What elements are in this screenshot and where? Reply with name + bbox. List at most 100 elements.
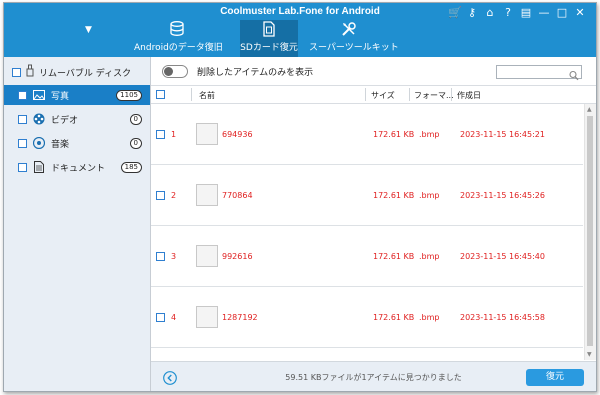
image-thumbnail-icon xyxy=(196,245,218,267)
photos-checkbox[interactable] xyxy=(18,90,27,100)
title-bar: Coolmuster Lab.Fone for Android 🛒 ⚷ ⌂ ? … xyxy=(4,3,596,57)
column-separator xyxy=(451,88,452,101)
row-size: 172.61 KB xyxy=(373,191,415,200)
toolbar: 削除したアイテムのみを表示 xyxy=(151,57,596,86)
row-name: 1287192 xyxy=(222,313,258,322)
search-input[interactable] xyxy=(496,65,582,81)
table-row[interactable]: 1 694936 172.61 KB .bmp 2023-11-15 16:45… xyxy=(151,104,583,165)
column-separator xyxy=(191,88,192,101)
key-icon[interactable]: ⚷ xyxy=(466,6,478,20)
column-separator xyxy=(365,88,366,101)
usb-icon xyxy=(26,64,34,80)
sidebar-item-video[interactable]: ビデオ 0 xyxy=(4,109,150,129)
removable-disk-header[interactable]: リムーバブル ディスク xyxy=(12,64,131,80)
toggle-knob xyxy=(164,67,173,76)
tab-super-toolkit[interactable]: スーパーツールキット xyxy=(309,20,399,57)
sidebar-item-label: ビデオ xyxy=(51,115,79,126)
deleted-only-label: 削除したアイテムのみを表示 xyxy=(197,68,314,78)
sdcard-icon xyxy=(240,20,298,38)
help-icon[interactable]: ? xyxy=(502,6,514,20)
tools-icon xyxy=(309,20,389,38)
row-name: 694936 xyxy=(222,130,253,139)
status-bar: 59.51 KBファイルが1アイテムに見つかりました 復元 xyxy=(151,361,596,391)
cart-icon[interactable]: 🛒 xyxy=(448,6,462,20)
music-icon xyxy=(33,137,45,149)
maximize-icon[interactable]: □ xyxy=(556,6,568,20)
row-size: 172.61 KB xyxy=(373,252,415,261)
tab-sd-card-recovery[interactable]: SDカード復元 xyxy=(240,20,298,57)
main-panel: 削除したアイテムのみを表示 名前 サイズ フォーマ... 作成日 1 69493… xyxy=(151,57,596,391)
scroll-down-icon[interactable]: ▼ xyxy=(587,351,592,358)
table-header: 名前 サイズ フォーマ... 作成日 xyxy=(151,86,596,104)
row-index: 2 xyxy=(171,191,177,200)
count-badge: 0 xyxy=(129,113,142,125)
row-created: 2023-11-15 16:45:58 xyxy=(460,313,545,322)
image-thumbnail-icon xyxy=(196,123,218,145)
row-created: 2023-11-15 16:45:26 xyxy=(460,191,545,200)
close-icon[interactable]: ✕ xyxy=(574,6,586,20)
column-header-format[interactable]: フォーマ... xyxy=(414,90,454,101)
tab-label: スーパーツールキット xyxy=(309,43,399,53)
column-header-created[interactable]: 作成日 xyxy=(457,90,481,101)
app-window: Coolmuster Lab.Fone for Android 🛒 ⚷ ⌂ ? … xyxy=(3,2,597,392)
scroll-up-icon[interactable]: ▲ xyxy=(587,106,592,113)
database-icon xyxy=(134,20,220,38)
row-checkbox[interactable] xyxy=(156,130,165,139)
table-row[interactable]: 4 1287192 172.61 KB .bmp 2023-11-15 16:4… xyxy=(151,287,583,348)
removable-disk-label: リムーバブル ディスク xyxy=(39,68,132,79)
sidebar: リムーバブル ディスク 写真 1105 ビデオ 0 音楽 0 ドキュメント 18… xyxy=(4,57,151,391)
row-name: 992616 xyxy=(222,252,253,261)
row-checkbox[interactable] xyxy=(156,313,165,322)
recover-button[interactable]: 復元 xyxy=(526,369,584,386)
row-index: 3 xyxy=(171,252,177,261)
image-thumbnail-icon xyxy=(196,184,218,206)
select-all-checkbox[interactable] xyxy=(156,90,165,99)
row-created: 2023-11-15 16:45:21 xyxy=(460,130,545,139)
row-checkbox[interactable] xyxy=(156,191,165,200)
home-icon[interactable]: ⌂ xyxy=(484,6,496,20)
table-row[interactable]: 2 770864 172.61 KB .bmp 2023-11-15 16:45… xyxy=(151,165,583,226)
video-icon xyxy=(33,113,45,125)
device-dropdown-icon[interactable]: ▼ xyxy=(85,25,92,35)
video-checkbox[interactable] xyxy=(18,114,27,124)
count-badge: 185 xyxy=(120,161,142,173)
sidebar-item-label: 音楽 xyxy=(51,139,70,150)
document-icon xyxy=(33,161,45,173)
row-size: 172.61 KB xyxy=(373,313,415,322)
table-row[interactable]: 3 992616 172.61 KB .bmp 2023-11-15 16:45… xyxy=(151,226,583,287)
count-badge: 1105 xyxy=(116,89,142,101)
vertical-scrollbar[interactable]: ▲ ▼ xyxy=(584,104,596,360)
file-list: 1 694936 172.61 KB .bmp 2023-11-15 16:45… xyxy=(151,104,583,360)
sidebar-item-label: ドキュメント xyxy=(51,163,106,174)
row-index: 4 xyxy=(171,313,177,322)
row-format: .bmp xyxy=(419,191,440,200)
disk-checkbox[interactable] xyxy=(12,67,21,77)
row-created: 2023-11-15 16:45:40 xyxy=(460,252,545,261)
minimize-icon[interactable]: — xyxy=(538,6,550,20)
feedback-icon[interactable]: ▤ xyxy=(520,6,532,20)
sidebar-item-documents[interactable]: ドキュメント 185 xyxy=(4,157,150,177)
row-name: 770864 xyxy=(222,191,253,200)
column-header-size[interactable]: サイズ xyxy=(371,90,395,101)
sidebar-item-music[interactable]: 音楽 0 xyxy=(4,133,150,153)
search-icon[interactable] xyxy=(569,66,579,81)
documents-checkbox[interactable] xyxy=(18,162,27,172)
window-controls: 🛒 ⚷ ⌂ ? ▤ — □ ✕ xyxy=(448,6,586,20)
tab-label: Androidのデータ復旧 xyxy=(134,43,223,53)
tab-label: SDカード復元 xyxy=(240,43,298,53)
column-header-name[interactable]: 名前 xyxy=(199,90,215,101)
photo-icon xyxy=(33,89,45,101)
row-index: 1 xyxy=(171,130,177,139)
row-size: 172.61 KB xyxy=(373,130,415,139)
tab-android-recovery[interactable]: Androidのデータ復旧 xyxy=(134,20,223,57)
row-format: .bmp xyxy=(419,252,440,261)
row-checkbox[interactable] xyxy=(156,252,165,261)
image-thumbnail-icon xyxy=(196,306,218,328)
sidebar-item-photos[interactable]: 写真 1105 xyxy=(4,85,150,105)
row-format: .bmp xyxy=(419,313,440,322)
column-separator xyxy=(409,88,410,101)
row-format: .bmp xyxy=(419,130,440,139)
music-checkbox[interactable] xyxy=(18,138,27,148)
scroll-thumb[interactable] xyxy=(587,116,593,346)
deleted-only-toggle[interactable] xyxy=(162,65,188,78)
